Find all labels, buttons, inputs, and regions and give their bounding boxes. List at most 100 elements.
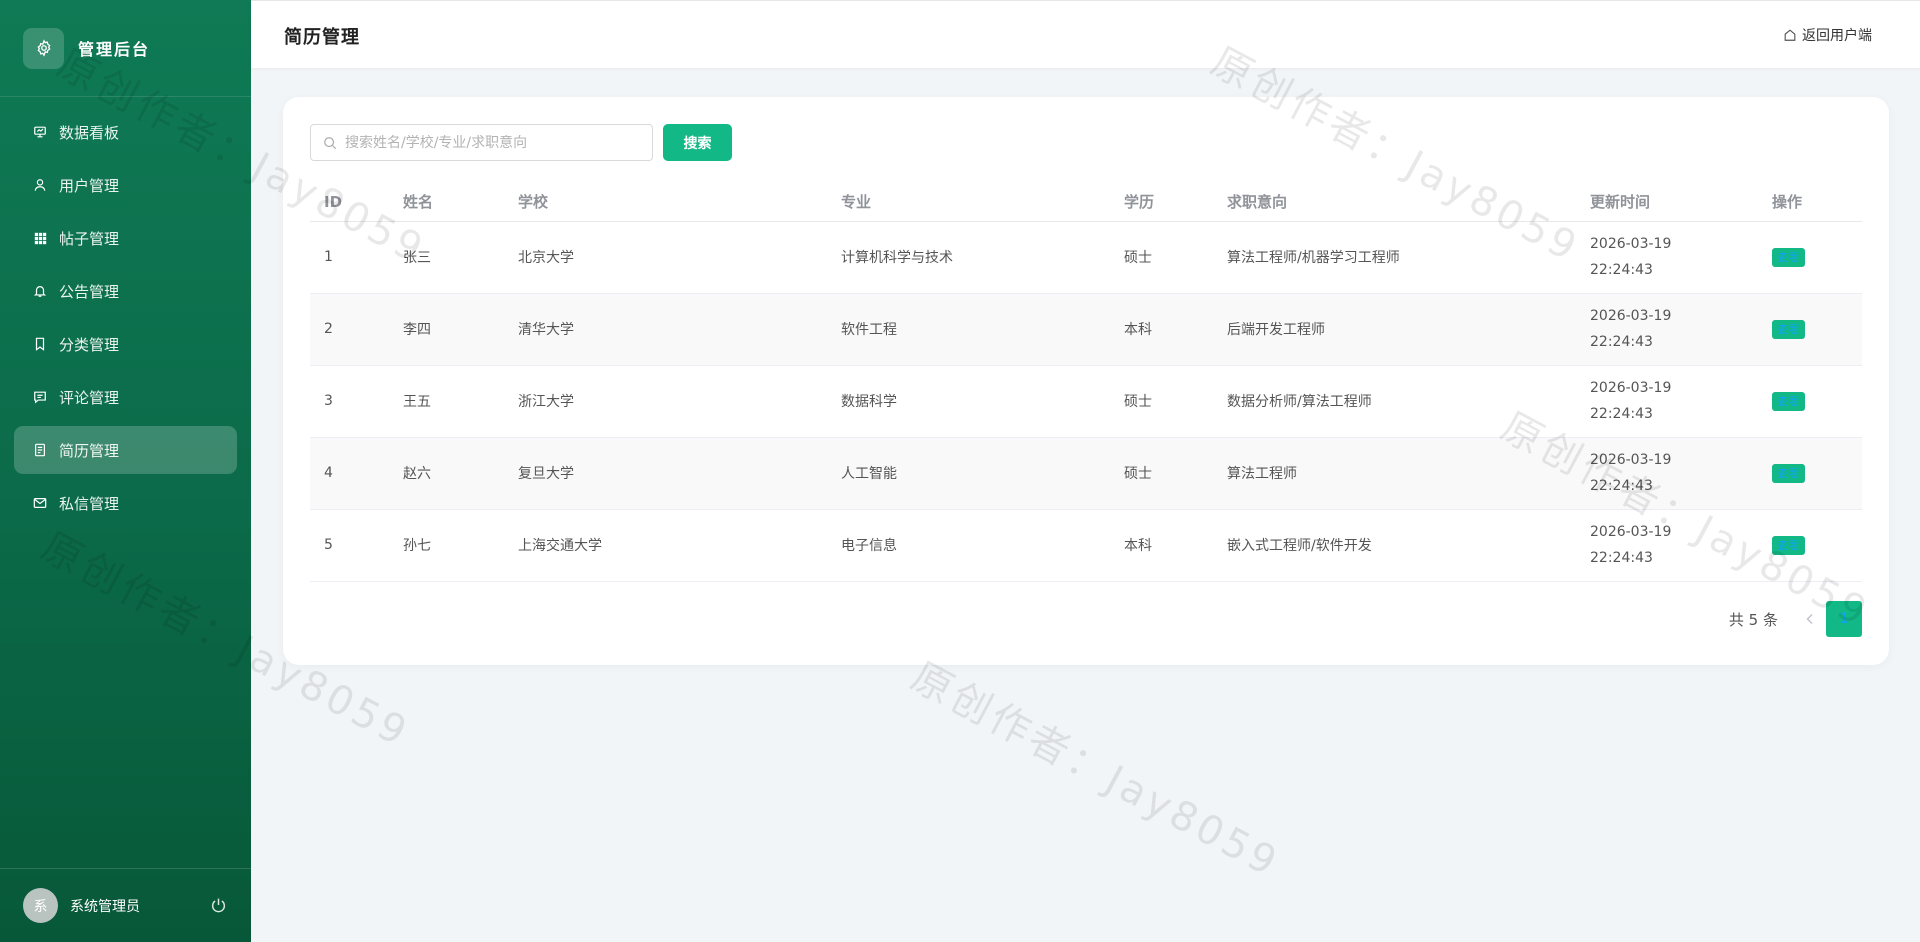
table-row: 4 赵六 复旦大学 人工智能 硕士 算法工程师 2026-03-19 22:24:… (310, 437, 1862, 510)
updated-time: 22:24:43 (1590, 262, 1653, 278)
grid-icon (32, 230, 48, 246)
brand: 管理后台 (0, 0, 251, 97)
comment-icon (32, 389, 48, 405)
cell-action: 查看 (1758, 293, 1862, 366)
cell-id: 2 (310, 293, 389, 366)
sidebar-item-posts[interactable]: 帖子管理 (14, 214, 237, 262)
updated-time: 22:24:43 (1590, 406, 1653, 422)
avatar[interactable]: 系 (23, 888, 58, 923)
cell-school: 清华大学 (504, 293, 827, 366)
chevron-left-icon[interactable] (1800, 609, 1820, 629)
sidebar-item-comments[interactable]: 评论管理 (14, 373, 237, 421)
table-row: 2 李四 清华大学 软件工程 本科 后端开发工程师 2026-03-19 22:2… (310, 293, 1862, 366)
view-button[interactable]: 查看 (1772, 391, 1805, 411)
resume-card: 搜索 ID 姓名 学校 专业 学历 求职意向 更新时间 操作 1 张三 北京大学 (283, 97, 1889, 665)
document-icon (32, 442, 48, 458)
column-header[interactable]: 学历 (1110, 181, 1213, 222)
cell-intent: 算法工程师 (1213, 437, 1576, 510)
sidebar-item-label: 分类管理 (59, 335, 120, 354)
cell-school: 上海交通大学 (504, 509, 827, 582)
sidebar-footer: 系 系统管理员 (0, 868, 251, 942)
search-field[interactable] (310, 124, 653, 161)
back-to-user-link[interactable]: 返回用户端 (1783, 25, 1872, 45)
cell-updated: 2026-03-19 22:24:43 (1576, 293, 1758, 366)
view-button[interactable]: 查看 (1772, 247, 1805, 267)
resume-table: ID 姓名 学校 专业 学历 求职意向 更新时间 操作 1 张三 北京大学 计算… (310, 181, 1862, 582)
table-row: 3 王五 浙江大学 数据科学 硕士 数据分析师/算法工程师 2026-03-19… (310, 365, 1862, 438)
cell-school: 复旦大学 (504, 437, 827, 510)
cell-name: 张三 (389, 221, 504, 294)
sidebar-item-messages[interactable]: 私信管理 (14, 479, 237, 527)
column-header[interactable]: 学校 (504, 181, 827, 222)
pagination: 共 5 条 1 (1729, 601, 1862, 637)
page-title: 简历管理 (284, 27, 360, 48)
cell-intent: 后端开发工程师 (1213, 293, 1576, 366)
user-icon (32, 177, 48, 193)
column-header[interactable]: 操作 (1758, 181, 1862, 222)
cell-id: 5 (310, 509, 389, 582)
cell-updated: 2026-03-19 22:24:43 (1576, 437, 1758, 510)
column-header[interactable]: 求职意向 (1213, 181, 1576, 222)
cell-degree: 硕士 (1110, 365, 1213, 438)
sidebar-item-label: 帖子管理 (59, 229, 120, 248)
dashboard-icon (32, 124, 48, 140)
cell-id: 3 (310, 365, 389, 438)
cell-action: 查看 (1758, 365, 1862, 438)
bell-icon (32, 283, 48, 299)
sidebar-item-resumes[interactable]: 简历管理 (14, 426, 237, 474)
cell-updated: 2026-03-19 22:24:43 (1576, 509, 1758, 582)
updated-time: 22:24:43 (1590, 334, 1653, 350)
sidebar-item-label: 公告管理 (59, 282, 120, 301)
cell-major: 电子信息 (827, 509, 1110, 582)
sidebar-item-announcements[interactable]: 公告管理 (14, 267, 237, 315)
column-header[interactable]: 更新时间 (1576, 181, 1758, 222)
cell-major: 软件工程 (827, 293, 1110, 366)
view-button[interactable]: 查看 (1772, 535, 1805, 555)
sidebar-item-label: 数据看板 (59, 123, 120, 142)
table-row: 1 张三 北京大学 计算机科学与技术 硕士 算法工程师/机器学习工程师 2026… (310, 221, 1862, 294)
search-icon (324, 136, 337, 149)
updated-date: 2026-03-19 (1590, 308, 1672, 324)
mail-icon (32, 495, 48, 511)
gear-icon (23, 27, 64, 69)
sidebar-item-users[interactable]: 用户管理 (14, 161, 237, 209)
cell-degree: 本科 (1110, 509, 1213, 582)
sidebar-item-categories[interactable]: 分类管理 (14, 320, 237, 368)
back-link-label: 返回用户端 (1802, 28, 1872, 44)
column-header[interactable]: ID (310, 181, 389, 222)
sidebar-item-label: 评论管理 (59, 388, 120, 407)
page-number-current[interactable]: 1 (1826, 601, 1862, 637)
cell-name: 王五 (389, 365, 504, 438)
cell-intent: 数据分析师/算法工程师 (1213, 365, 1576, 438)
cell-intent: 算法工程师/机器学习工程师 (1213, 221, 1576, 294)
cell-degree: 硕士 (1110, 437, 1213, 510)
power-icon[interactable] (210, 897, 228, 915)
table-header-row: ID 姓名 学校 专业 学历 求职意向 更新时间 操作 (310, 181, 1862, 222)
search-input[interactable] (345, 134, 645, 151)
sidebar-menu: 数据看板 用户管理 帖子管理 公告管理 分类管理 评论管理 简历管理 私信管理 (0, 108, 251, 527)
search-button[interactable]: 搜索 (663, 124, 732, 161)
cell-name: 李四 (389, 293, 504, 366)
admin-name: 系统管理员 (70, 898, 140, 915)
sidebar-item-label: 用户管理 (59, 176, 120, 195)
updated-time: 22:24:43 (1590, 478, 1653, 494)
cell-school: 浙江大学 (504, 365, 827, 438)
cell-name: 孙七 (389, 509, 504, 582)
cell-intent: 嵌入式工程师/软件开发 (1213, 509, 1576, 582)
sidebar-item-dashboard[interactable]: 数据看板 (14, 108, 237, 156)
column-header[interactable]: 专业 (827, 181, 1110, 222)
cell-action: 查看 (1758, 221, 1862, 294)
updated-date: 2026-03-19 (1590, 236, 1672, 252)
cell-action: 查看 (1758, 509, 1862, 582)
cell-major: 人工智能 (827, 437, 1110, 510)
cell-major: 数据科学 (827, 365, 1110, 438)
updated-date: 2026-03-19 (1590, 380, 1672, 396)
table-row: 5 孙七 上海交通大学 电子信息 本科 嵌入式工程师/软件开发 2026-03-… (310, 509, 1862, 582)
column-header[interactable]: 姓名 (389, 181, 504, 222)
brand-title: 管理后台 (78, 40, 151, 59)
view-button[interactable]: 查看 (1772, 463, 1805, 483)
sidebar-item-label: 简历管理 (59, 441, 120, 460)
view-button[interactable]: 查看 (1772, 319, 1805, 339)
updated-date: 2026-03-19 (1590, 524, 1672, 540)
updated-date: 2026-03-19 (1590, 452, 1672, 468)
